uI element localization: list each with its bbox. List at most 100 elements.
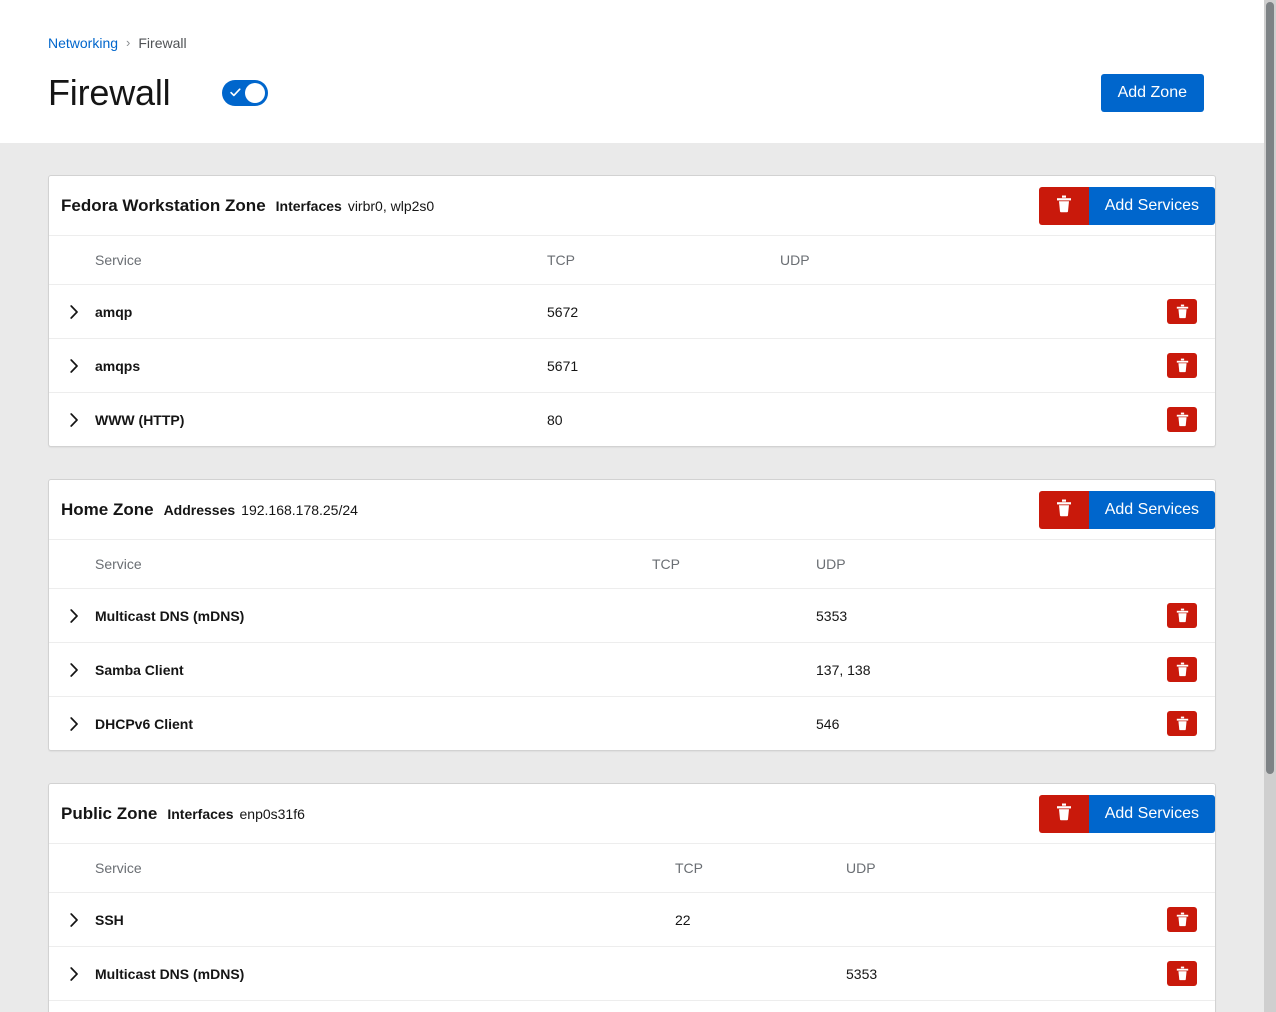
zone-meta-value: 192.168.178.25/24 — [241, 500, 358, 520]
zone-header-actions: Add Services — [1039, 187, 1215, 225]
add-services-button[interactable]: Add Services — [1089, 795, 1215, 833]
service-tcp-ports — [675, 1001, 846, 1012]
trash-icon — [1056, 195, 1072, 216]
th-tcp: TCP — [547, 236, 780, 285]
page-title: Firewall — [48, 71, 170, 115]
cell-expand — [49, 393, 95, 447]
trash-icon — [1176, 608, 1189, 623]
trash-icon — [1176, 662, 1189, 677]
cell-expand — [49, 1001, 95, 1012]
service-name: amqps — [95, 339, 547, 393]
cell-actions — [1141, 1001, 1215, 1012]
chevron-right-icon[interactable] — [63, 409, 85, 431]
firewall-enabled-switch[interactable] — [222, 80, 268, 106]
chevron-right-icon[interactable] — [63, 713, 85, 735]
delete-service-button[interactable] — [1167, 961, 1197, 986]
cell-expand — [49, 697, 95, 751]
service-udp-ports: 5353 — [816, 589, 1141, 643]
table-row: Multicast DNS (mDNS) 5353 — [49, 947, 1215, 1001]
zone-card-fedora-workstation: Fedora Workstation Zone Interfaces virbr… — [48, 175, 1216, 447]
chevron-right-icon[interactable] — [63, 301, 85, 323]
cell-actions — [1141, 285, 1215, 339]
th-tcp: TCP — [675, 844, 846, 893]
services-table: Service TCP UDP Multicast DNS (mDNS) — [49, 540, 1215, 750]
zone-meta-value: enp0s31f6 — [240, 804, 305, 824]
cell-actions — [1141, 589, 1215, 643]
service-name: Multicast DNS (mDNS) — [95, 589, 652, 643]
th-spacer — [49, 236, 95, 285]
service-tcp-ports — [652, 589, 816, 643]
check-icon — [230, 87, 241, 98]
cell-actions — [1141, 339, 1215, 393]
service-tcp-ports — [652, 643, 816, 697]
delete-service-button[interactable] — [1167, 353, 1197, 378]
delete-service-button[interactable] — [1167, 407, 1197, 432]
service-name: amqp — [95, 285, 547, 339]
delete-service-button[interactable] — [1167, 603, 1197, 628]
cell-expand — [49, 589, 95, 643]
delete-service-button[interactable] — [1167, 299, 1197, 324]
service-name: SSH — [95, 893, 675, 947]
th-service: Service — [95, 540, 652, 589]
add-zone-button[interactable]: Add Zone — [1101, 74, 1204, 112]
trash-icon — [1176, 966, 1189, 981]
service-udp-ports — [780, 393, 1141, 447]
zone-title: Public Zone — [61, 804, 157, 824]
page-scrollbar-thumb[interactable] — [1266, 2, 1274, 774]
delete-service-button[interactable] — [1167, 907, 1197, 932]
cell-expand — [49, 339, 95, 393]
service-name: DHCPv6 Client — [95, 1001, 675, 1012]
chevron-right-icon[interactable] — [63, 909, 85, 931]
service-tcp-ports: 80 — [547, 393, 780, 447]
chevron-right-icon[interactable] — [63, 659, 85, 681]
zone-header: Public Zone Interfaces enp0s31f6 — [49, 784, 1215, 844]
breadcrumb-link-networking[interactable]: Networking — [48, 33, 118, 53]
add-services-button[interactable]: Add Services — [1089, 187, 1215, 225]
chevron-right-icon[interactable] — [63, 963, 85, 985]
table-row: WWW (HTTP) 80 — [49, 393, 1215, 447]
services-table: Service TCP UDP SSH 22 — [49, 844, 1215, 1012]
trash-icon — [1176, 412, 1189, 427]
zone-meta: Interfaces enp0s31f6 — [167, 804, 305, 824]
th-tcp: TCP — [652, 540, 816, 589]
breadcrumb-separator-icon: › — [126, 33, 130, 53]
th-service: Service — [95, 844, 675, 893]
service-udp-ports — [780, 285, 1141, 339]
th-spacer — [49, 540, 95, 589]
chevron-right-icon[interactable] — [63, 355, 85, 377]
delete-zone-button[interactable] — [1039, 795, 1089, 833]
zone-meta-label: Addresses — [164, 500, 236, 520]
delete-service-button[interactable] — [1167, 657, 1197, 682]
th-actions — [1141, 844, 1215, 893]
page-header: Networking › Firewall Firewall Add Zone — [0, 0, 1264, 143]
zone-card-public: Public Zone Interfaces enp0s31f6 — [48, 783, 1216, 1012]
chevron-right-icon[interactable] — [63, 605, 85, 627]
table-row: Samba Client 137, 138 — [49, 643, 1215, 697]
service-udp-ports: 546 — [816, 697, 1141, 751]
zone-meta-label: Interfaces — [167, 804, 233, 824]
service-udp-ports: 5353 — [846, 947, 1141, 1001]
firewall-toggle-wrapper — [222, 80, 268, 106]
cell-expand — [49, 947, 95, 1001]
add-services-button[interactable]: Add Services — [1089, 491, 1215, 529]
page-scrollbar-track[interactable] — [1264, 0, 1276, 1012]
table-header-row: Service TCP UDP — [49, 236, 1215, 285]
service-tcp-ports: 5671 — [547, 339, 780, 393]
zone-card-home: Home Zone Addresses 192.168.178.25/24 — [48, 479, 1216, 751]
trash-icon — [1176, 716, 1189, 731]
zone-header-actions: Add Services — [1039, 491, 1215, 529]
table-row: Multicast DNS (mDNS) 5353 — [49, 589, 1215, 643]
cell-actions — [1141, 947, 1215, 1001]
service-name: DHCPv6 Client — [95, 697, 652, 751]
th-udp: UDP — [780, 236, 1141, 285]
delete-zone-button[interactable] — [1039, 491, 1089, 529]
title-row: Firewall Add Zone — [24, 71, 1240, 115]
delete-service-button[interactable] — [1167, 711, 1197, 736]
zone-title: Home Zone — [61, 500, 154, 520]
service-tcp-ports — [652, 697, 816, 751]
page-viewport: Networking › Firewall Firewall Add Zone — [0, 0, 1264, 1012]
delete-zone-button[interactable] — [1039, 187, 1089, 225]
table-header-row: Service TCP UDP — [49, 844, 1215, 893]
service-name: Multicast DNS (mDNS) — [95, 947, 675, 1001]
table-row: amqp 5672 — [49, 285, 1215, 339]
